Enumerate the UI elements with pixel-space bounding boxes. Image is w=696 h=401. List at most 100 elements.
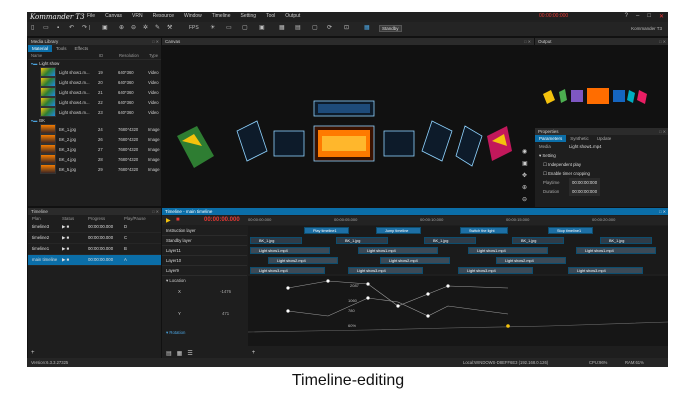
monitor-icon[interactable]: ▣ [259, 25, 265, 32]
undo-icon[interactable]: ↶ [69, 25, 74, 32]
menu-window[interactable]: Window [184, 13, 202, 19]
frame-icon[interactable]: ▢ [312, 25, 318, 32]
minimize-icon[interactable]: – [636, 13, 639, 20]
table-row[interactable]: timeline3 ▶ ■ 00:00:00.000 D [28, 222, 162, 233]
add-icon[interactable]: ⊕ [119, 25, 124, 32]
canvas-view[interactable] [162, 46, 520, 214]
layer-row[interactable]: Instruction layer [162, 226, 247, 236]
add-layer-icon[interactable]: + [198, 350, 256, 357]
menu-output[interactable]: Output [285, 13, 300, 19]
list-item[interactable]: Light show4.m... 22 640*360 Video [28, 97, 162, 107]
zoom-out-icon[interactable]: ⊖ [522, 196, 532, 203]
tab-parameters[interactable]: Parameters [535, 135, 567, 142]
display-icon[interactable]: ▢ [242, 25, 248, 32]
list-item[interactable]: Light show2.m... 20 640*360 Video [28, 77, 162, 87]
apps-icon[interactable]: ▦ [364, 25, 370, 32]
cue-clip[interactable]: Play timeline1 [304, 227, 349, 234]
list-item[interactable]: Light show5.m... 23 640*360 Video [28, 107, 162, 117]
fit-icon[interactable]: ▣ [522, 160, 532, 167]
table-row[interactable]: timeline1 ▶ ■ 00:00:00.000 B [28, 244, 162, 255]
play-pause-icon[interactable]: ▶ ■ [62, 255, 88, 265]
menu-tool[interactable]: Tool [266, 13, 275, 19]
media-clip[interactable]: Light show3.mp4 [348, 267, 423, 274]
tools-icon[interactable]: ⚒ [167, 25, 172, 32]
layer-row[interactable]: Layer11 [162, 246, 247, 256]
media-clip[interactable]: BK_1.jpg [250, 237, 302, 244]
menu-file[interactable]: File [87, 13, 95, 19]
tab-effects[interactable]: Effects [71, 45, 93, 52]
layer-row[interactable]: Layer9 [162, 266, 247, 276]
list-icon[interactable]: ☰ [187, 350, 192, 357]
media-clip[interactable]: BK_1.jpg [336, 237, 388, 244]
col-plan[interactable]: Plan [32, 215, 62, 222]
property-y[interactable]: Y 471 [162, 308, 247, 320]
property-location[interactable]: ▾ Location [162, 276, 247, 286]
fps-button[interactable]: FPS [189, 25, 199, 32]
layer-row[interactable]: Standby layer [162, 236, 247, 246]
zoom-in-icon[interactable]: ⊕ [522, 184, 532, 191]
media-clip[interactable]: Light show2.mp4 [496, 257, 566, 264]
view-icon[interactable]: ◉ [522, 148, 532, 155]
media-clip[interactable]: Light show1.mp4 [358, 247, 438, 254]
menu-vrn[interactable]: VRN [132, 13, 143, 19]
panel-controls-icon[interactable]: □ ✕ [152, 38, 159, 45]
duration-input[interactable]: 00:00:00:000 [569, 187, 601, 196]
list-item[interactable]: BK_2.jpg 26 7680*4320 Image [28, 134, 162, 144]
col-play-pause[interactable]: Play/Pause [124, 215, 146, 222]
cue-clip[interactable]: Switch the light [460, 227, 508, 234]
play-pause-icon[interactable]: ▶ ■ [62, 233, 88, 243]
media-clip[interactable]: Light show3.mp4 [250, 267, 325, 274]
panel-controls-icon[interactable]: □ ✕ [659, 38, 666, 45]
list-item[interactable]: Light show1.m... 19 640*360 Video [28, 67, 162, 77]
property-x[interactable]: X -1476 [162, 286, 247, 298]
save-as-icon[interactable]: ▣ [102, 25, 108, 32]
group-bk[interactable]: ▾▬ BK [28, 117, 162, 124]
new-file-icon[interactable]: ▯ [31, 25, 34, 32]
standby-button[interactable]: Standby [379, 25, 402, 32]
col-resolution[interactable]: Resolution [119, 52, 149, 59]
table-row[interactable]: timeline2 ▶ ■ 00:00:00.000 C [28, 233, 162, 244]
col-name[interactable]: Name [28, 52, 99, 59]
menu-setting[interactable]: Setting [241, 13, 257, 19]
media-clip[interactable]: Light show3.mp4 [568, 267, 643, 274]
media-clip[interactable]: Light show1.mp4 [576, 247, 656, 254]
timer-cropping-checkbox[interactable]: ☐ [543, 171, 547, 176]
setting-section[interactable]: ▾ Setting [535, 151, 668, 160]
layers-icon[interactable]: ▤ [166, 350, 172, 357]
list-item[interactable]: BK_4.jpg 28 7680*4320 Image [28, 154, 162, 164]
grid-icon[interactable]: ▦ [279, 25, 285, 32]
panel-controls-icon[interactable]: □ ✕ [659, 208, 666, 215]
group-light-show[interactable]: ▾▬ Light show [28, 60, 162, 67]
maximize-icon[interactable]: □ [647, 13, 651, 20]
cue-clip[interactable]: Jump timeline [376, 227, 421, 234]
playtime-input[interactable]: 00:00:00:000 [569, 178, 601, 187]
tab-synthetic[interactable]: Synthetic [566, 135, 593, 142]
media-clip[interactable]: BK_1.jpg [424, 237, 476, 244]
redo-icon[interactable]: ↷ [82, 25, 87, 32]
remove-icon[interactable]: ⊖ [131, 25, 136, 32]
independent-play-checkbox[interactable]: ☐ [543, 162, 547, 167]
play-pause-icon[interactable]: ▶ ■ [62, 244, 88, 254]
media-clip[interactable]: Light show2.mp4 [380, 257, 450, 264]
table-row[interactable]: main timeline ▶ ■ 00:00:00.000 A [28, 255, 162, 266]
list-item[interactable]: BK_3.jpg 27 7680*4320 Image [28, 144, 162, 154]
help-icon[interactable]: ? [625, 13, 628, 20]
refresh-icon[interactable]: ⟳ [327, 25, 332, 32]
cue-clip[interactable]: Stop timeline1 [548, 227, 593, 234]
media-clip[interactable]: BK_1.jpg [512, 237, 564, 244]
screen-icon[interactable]: ▭ [226, 25, 232, 32]
col-status[interactable]: Status [62, 215, 88, 222]
col-id[interactable]: ID [99, 52, 119, 59]
media-clip[interactable]: Light show1.mp4 [468, 247, 548, 254]
menu-canvas[interactable]: Canvas [105, 13, 122, 19]
close-icon[interactable]: ✕ [659, 13, 664, 20]
tab-tools[interactable]: Tools [52, 45, 71, 52]
play-icon[interactable]: ▶ [166, 217, 171, 224]
add-timeline-icon[interactable]: + [31, 350, 35, 356]
panel-controls-icon[interactable]: □ ✕ [152, 208, 159, 215]
layout-icon[interactable]: ▤ [295, 25, 301, 32]
crop-icon[interactable]: ⊡ [344, 25, 349, 32]
list-item[interactable]: BK_1.jpg 24 7680*4320 Image [28, 124, 162, 134]
col-progress[interactable]: Progress [88, 215, 124, 222]
list-item[interactable]: BK_5.jpg 29 7680*4320 Image [28, 164, 162, 174]
